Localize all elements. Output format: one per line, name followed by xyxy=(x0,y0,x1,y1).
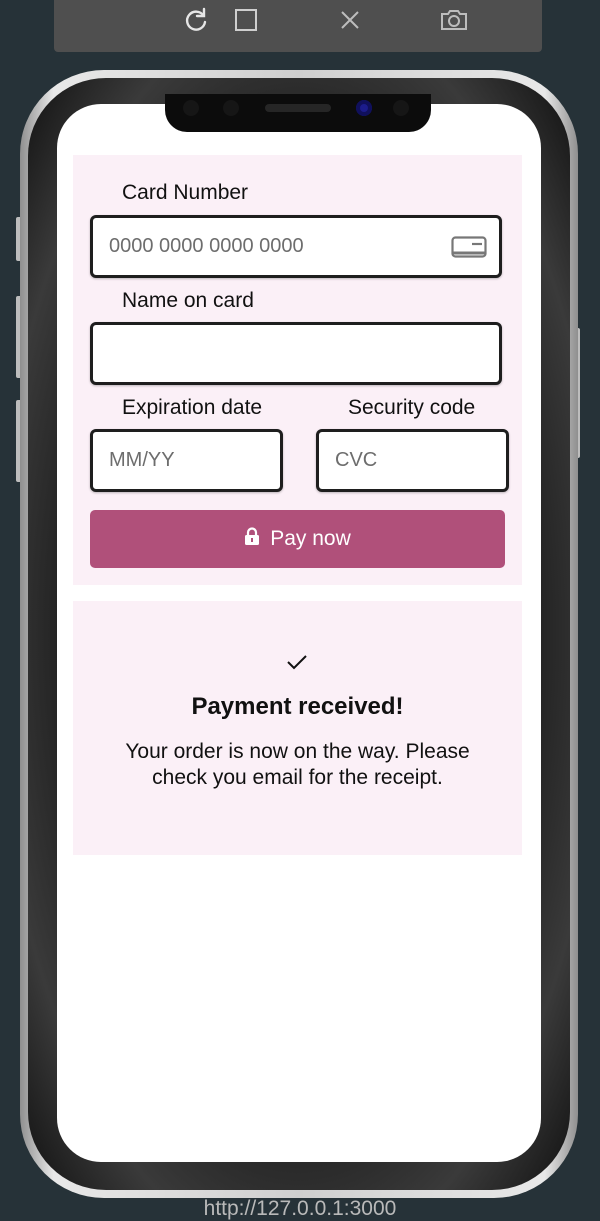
success-message: Your order is now on the way. Please che… xyxy=(125,740,470,789)
security-code-label: Security code xyxy=(348,396,476,419)
payment-success-panel: Payment received! Your order is now on t… xyxy=(73,601,522,855)
rotate-icon[interactable] xyxy=(180,6,212,34)
notch-sensor xyxy=(223,100,239,116)
phone-screen: Card Number Name on card Expiration date… xyxy=(57,104,541,1162)
security-code-field[interactable] xyxy=(316,429,509,492)
device-toolbar xyxy=(54,0,542,52)
payment-form: Card Number Name on card Expiration date… xyxy=(73,155,522,585)
expiration-date-input[interactable] xyxy=(109,432,269,489)
card-number-field[interactable] xyxy=(90,215,502,278)
phone-notch xyxy=(165,94,431,132)
expiration-date-field[interactable] xyxy=(90,429,283,492)
name-on-card-input[interactable] xyxy=(109,325,445,382)
name-on-card-label: Name on card xyxy=(122,289,254,312)
lock-icon xyxy=(244,526,260,552)
close-icon[interactable] xyxy=(334,6,366,34)
expiration-date-label: Expiration date xyxy=(122,396,263,419)
checkmark-icon xyxy=(287,655,307,670)
name-on-card-field[interactable] xyxy=(90,322,502,385)
pay-now-button[interactable]: Pay now xyxy=(90,510,505,568)
notch-speaker xyxy=(265,104,331,112)
card-number-input[interactable] xyxy=(109,218,445,275)
page-url: http://127.0.0.1:3000 xyxy=(203,1197,397,1220)
camera-icon[interactable] xyxy=(438,6,470,34)
notch-sensor xyxy=(183,100,199,116)
security-code-input[interactable] xyxy=(335,432,495,489)
notch-sensor xyxy=(393,100,409,116)
square-icon[interactable] xyxy=(230,6,262,34)
credit-card-icon xyxy=(451,236,487,263)
pay-now-label: Pay now xyxy=(270,527,351,550)
card-number-label: Card Number xyxy=(122,181,249,204)
success-title: Payment received! xyxy=(191,693,404,720)
front-camera xyxy=(356,100,372,116)
